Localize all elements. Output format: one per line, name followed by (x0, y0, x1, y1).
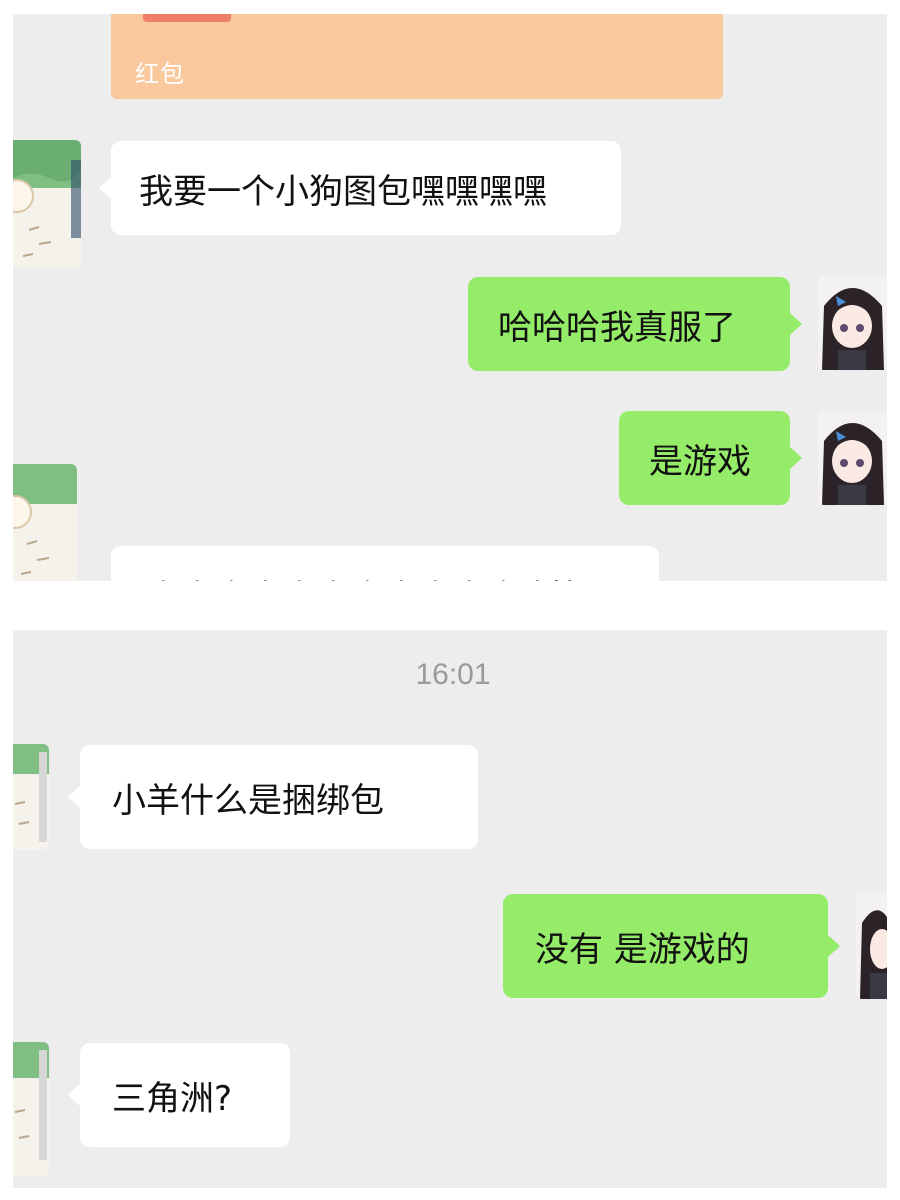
cartoon-dog-avatar-icon (13, 464, 77, 581)
self-avatar[interactable] (818, 276, 887, 370)
message-bubble-outgoing[interactable]: 哈哈哈我真服了 (468, 277, 802, 371)
anime-girl-avatar-icon (818, 411, 887, 505)
anime-girl-avatar-icon (818, 276, 887, 370)
cartoon-dog-avatar-icon (13, 1042, 49, 1176)
message-text: 小羊什么是捆绑包 (112, 780, 384, 821)
chat-screenshot-top: 红包 我要一个小狗图包嘿嘿嘿嘿 哈哈哈我真服了 是游戏 (13, 14, 887, 581)
message-bubble-incoming[interactable]: 我要一个小狗图包嘿嘿嘿嘿 (99, 141, 621, 235)
contact-avatar[interactable] (13, 464, 77, 581)
red-packet-strip (143, 14, 231, 22)
message-text: 我要一个小狗图包嘿嘿嘿嘿 (139, 171, 547, 212)
message-text: 没有 是游戏的 (535, 929, 750, 970)
message-bubble-incoming[interactable]: 三角洲? (68, 1043, 290, 1147)
anime-girl-avatar-icon (856, 893, 887, 999)
message-timestamp: 16:01 (415, 658, 491, 691)
contact-avatar[interactable] (13, 744, 49, 850)
message-text: 是游戏 (649, 441, 751, 482)
red-packet-label: 红包 (135, 60, 185, 88)
red-packet-message[interactable]: 红包 (111, 14, 723, 99)
message-bubble-incoming[interactable]: 小羊什么是捆绑包 (68, 745, 478, 849)
cartoon-dog-avatar-icon (13, 140, 81, 268)
self-avatar[interactable] (856, 893, 887, 999)
message-bubble-outgoing[interactable]: 没有 是游戏的 (503, 894, 840, 998)
self-avatar[interactable] (818, 411, 887, 505)
message-bubble-outgoing[interactable]: 是游戏 (619, 411, 802, 505)
message-text: 哈哈哈我真服了 (498, 307, 736, 348)
message-bubble-incoming[interactable]: 哈哈哈哈哈哈哈哈哈哈哈哈笑死 (99, 546, 659, 581)
chat-screenshot-bottom: 16:01 小羊什么是捆绑包 没有 是游戏的 三角洲? (13, 630, 887, 1188)
contact-avatar[interactable] (13, 140, 81, 268)
message-text: 哈哈哈哈哈哈哈哈哈哈哈哈笑死 (141, 570, 617, 581)
message-text: 三角洲? (112, 1078, 233, 1119)
cartoon-dog-avatar-icon (13, 744, 49, 850)
contact-avatar[interactable] (13, 1042, 49, 1176)
